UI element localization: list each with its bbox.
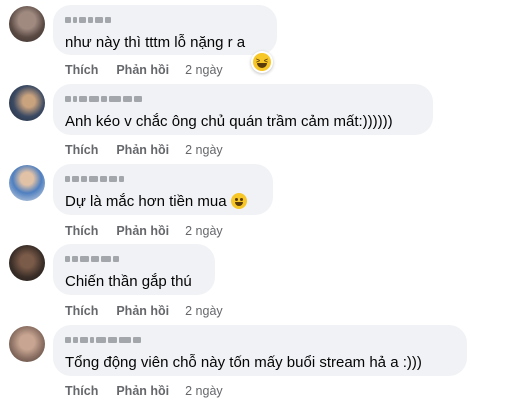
avatar[interactable]: [9, 326, 45, 362]
comment-bubble: Anh kéo v chắc ông chủ quán trầm cảm mất…: [53, 84, 433, 135]
author-name[interactable]: [65, 333, 455, 347]
like-button[interactable]: Thích: [65, 304, 98, 318]
comment-bubble: Chiến thần gắp thú: [53, 244, 215, 295]
smiling-emoji-icon: [230, 193, 247, 209]
author-name[interactable]: [65, 92, 421, 106]
comment-text: Tổng động viên chỗ này tốn mấy buổi stre…: [65, 354, 422, 371]
comment-actions: Thích Phản hồi 2 ngày: [65, 224, 223, 238]
timestamp[interactable]: 2 ngày: [185, 304, 223, 318]
author-name[interactable]: [65, 13, 265, 27]
timestamp[interactable]: 2 ngày: [185, 63, 223, 77]
reply-button[interactable]: Phản hồi: [116, 224, 169, 238]
comment-text: Chiến thần gắp thú: [65, 273, 192, 290]
comment-actions: Thích Phản hồi 2 ngày: [65, 384, 223, 398]
reply-button[interactable]: Phản hồi: [116, 304, 169, 318]
comment-bubble: như này thì tttm lỗ nặng r a: [53, 5, 277, 55]
avatar[interactable]: [9, 165, 45, 201]
like-button[interactable]: Thích: [65, 143, 98, 157]
author-name[interactable]: [65, 252, 203, 266]
comment-actions: Thích Phản hồi 2 ngày: [65, 63, 223, 77]
laughing-emoji-icon: > <: [253, 53, 271, 71]
timestamp[interactable]: 2 ngày: [185, 384, 223, 398]
avatar[interactable]: [9, 245, 45, 281]
reply-button[interactable]: Phản hồi: [116, 143, 169, 157]
comment-actions: Thích Phản hồi 2 ngày: [65, 304, 223, 318]
avatar[interactable]: [9, 85, 45, 121]
like-button[interactable]: Thích: [65, 384, 98, 398]
reaction-badge[interactable]: > <: [251, 51, 273, 73]
author-name[interactable]: [65, 172, 261, 186]
comment-text: Dự là mắc hơn tiền mua: [65, 192, 261, 211]
avatar[interactable]: [9, 6, 45, 42]
like-button[interactable]: Thích: [65, 224, 98, 238]
like-button[interactable]: Thích: [65, 63, 98, 77]
comment-text: như này thì tttm lỗ nặng r a: [65, 34, 246, 51]
comment-bubble: Dự là mắc hơn tiền mua: [53, 164, 273, 215]
timestamp[interactable]: 2 ngày: [185, 143, 223, 157]
timestamp[interactable]: 2 ngày: [185, 224, 223, 238]
comment-actions: Thích Phản hồi 2 ngày: [65, 143, 223, 157]
reply-button[interactable]: Phản hồi: [116, 384, 169, 398]
reply-button[interactable]: Phản hồi: [116, 63, 169, 77]
comment-text: Anh kéo v chắc ông chủ quán trầm cảm mất…: [65, 113, 393, 130]
comment-text-content: Dự là mắc hơn tiền mua: [65, 193, 227, 210]
comment-bubble: Tổng động viên chỗ này tốn mấy buổi stre…: [53, 325, 467, 376]
